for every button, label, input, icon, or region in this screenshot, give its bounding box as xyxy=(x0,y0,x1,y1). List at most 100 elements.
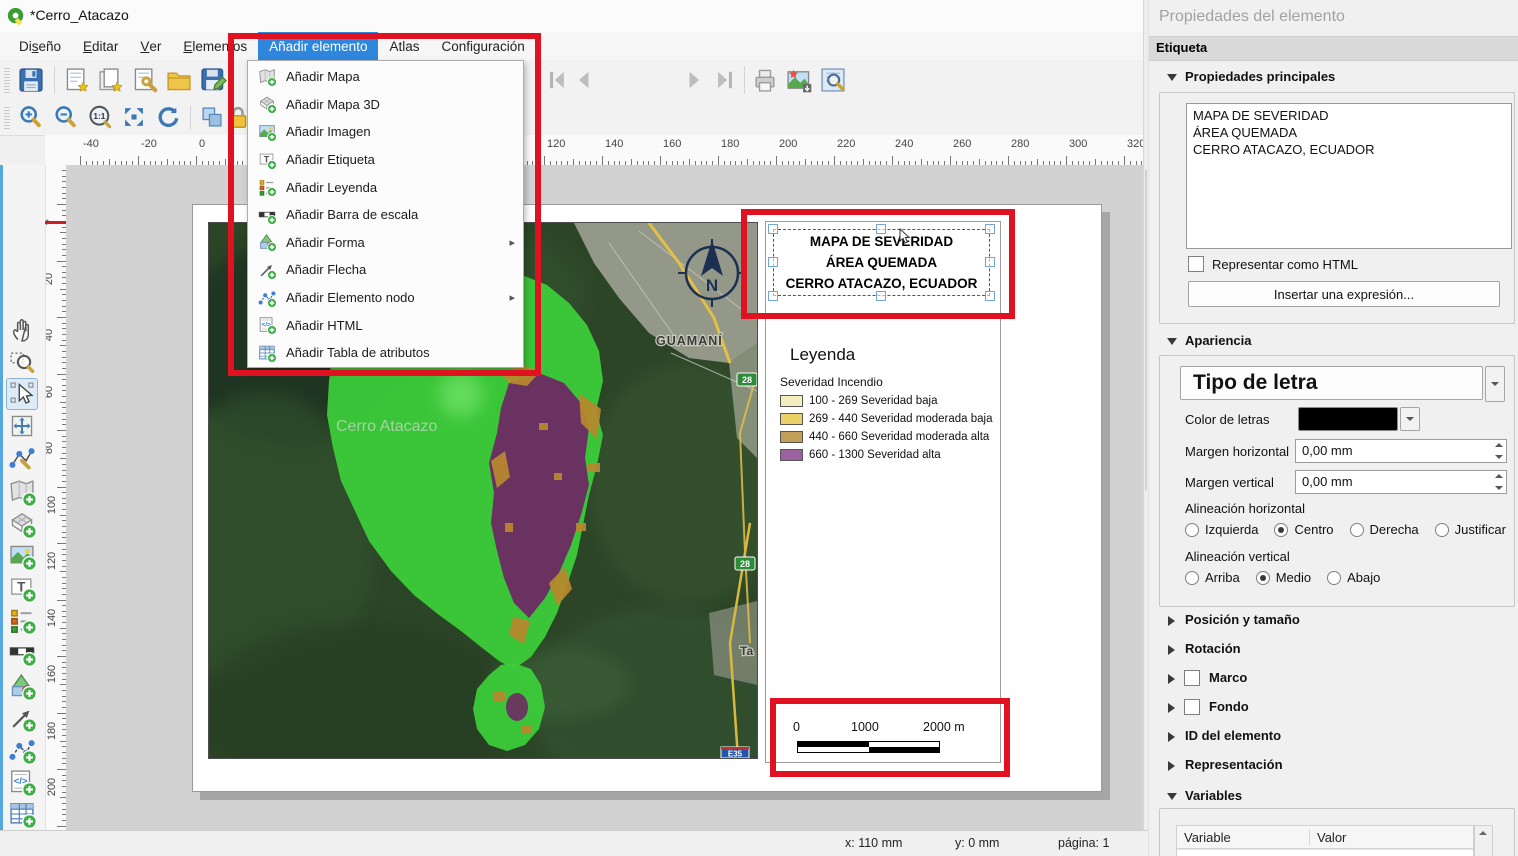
edit-nodes-button[interactable] xyxy=(7,443,37,473)
add-attribute-table-button[interactable] xyxy=(7,799,37,829)
status-x: x: 110 mm xyxy=(845,836,902,850)
section-frame[interactable]: Marco xyxy=(1209,670,1247,685)
font-dropdown-button[interactable] xyxy=(1485,366,1505,402)
save-as-template-button[interactable] xyxy=(198,65,228,95)
collapse-arrow-icon[interactable] xyxy=(1167,338,1177,345)
radio-abajo[interactable]: Abajo xyxy=(1327,570,1380,585)
label-text-input[interactable]: MAPA DE SEVERIDAD ÁREA QUEMADA CERRO ATA… xyxy=(1186,103,1512,249)
font-color-swatch[interactable] xyxy=(1298,407,1398,431)
zoom-tool-button[interactable] xyxy=(7,347,37,377)
move-item-content-button[interactable] xyxy=(7,411,37,441)
expand-arrow-icon[interactable] xyxy=(1168,645,1175,655)
last-page-button[interactable] xyxy=(710,65,740,95)
print-button[interactable] xyxy=(750,65,780,95)
menu-ver[interactable]: Ver xyxy=(129,32,172,60)
radio-medio[interactable]: Medio xyxy=(1256,570,1311,585)
add-map3d-button[interactable] xyxy=(7,509,37,539)
section-appearance[interactable]: Apariencia xyxy=(1185,333,1251,348)
legend-item-label: 269 - 440 Severidad moderada baja xyxy=(809,413,993,425)
radio-centro[interactable]: Centro xyxy=(1274,522,1333,537)
h-align-label: Alineación horizontal xyxy=(1185,501,1305,516)
background-checkbox[interactable] xyxy=(1184,699,1200,715)
font-color-label: Color de letras xyxy=(1185,412,1270,427)
status-y: y: 0 mm xyxy=(955,836,999,850)
margin-v-label: Margen vertical xyxy=(1185,475,1274,490)
expand-arrow-icon[interactable] xyxy=(1168,674,1175,684)
variables-table[interactable]: Variable Valor xyxy=(1176,825,1474,856)
export-image-button[interactable] xyxy=(784,65,814,95)
section-position-size[interactable]: Posición y tamaño xyxy=(1185,612,1300,627)
radio-derecha[interactable]: Derecha xyxy=(1350,522,1419,537)
radio-izquierda[interactable]: Izquierda xyxy=(1185,522,1258,537)
zoom-actual-button[interactable]: 1:1 xyxy=(86,103,114,131)
duplicate-layout-button[interactable] xyxy=(96,65,126,95)
collapse-arrow-icon[interactable] xyxy=(1167,793,1177,800)
section-main-properties[interactable]: Propiedades principales xyxy=(1185,69,1335,84)
radio-arriba[interactable]: Arriba xyxy=(1185,570,1240,585)
add-legend-button[interactable] xyxy=(7,605,37,635)
road-shield: E35 xyxy=(721,747,749,758)
section-background[interactable]: Fondo xyxy=(1209,699,1249,714)
window-title: *Cerro_Atacazo xyxy=(30,7,129,23)
insert-expression-button[interactable]: Insertar una expresión... xyxy=(1188,281,1500,307)
section-rendering[interactable]: Representación xyxy=(1185,757,1283,772)
expand-arrow-icon[interactable] xyxy=(1168,761,1175,771)
zoom-out-button[interactable] xyxy=(51,103,79,131)
new-layout-button[interactable] xyxy=(62,65,92,95)
radio-justificar[interactable]: Justificar xyxy=(1435,522,1506,537)
select-move-item-button[interactable] xyxy=(7,379,37,409)
expand-arrow-icon[interactable] xyxy=(1168,616,1175,626)
vertical-ruler: 020406080100120140160180200220 xyxy=(45,165,67,830)
radio-circle-icon xyxy=(1327,571,1341,585)
appearance-group: Tipo de letra Color de letras Margen hor… xyxy=(1159,355,1515,607)
radio-label: Medio xyxy=(1276,570,1311,585)
section-variables[interactable]: Variables xyxy=(1185,788,1242,803)
legend-item-label: 440 - 660 Severidad moderada alta xyxy=(809,431,989,443)
save-layout-button[interactable] xyxy=(16,65,46,95)
radio-label: Derecha xyxy=(1370,522,1419,537)
previous-page-button[interactable] xyxy=(568,65,598,95)
font-button[interactable]: Tipo de letra xyxy=(1180,366,1483,400)
panel-title: Propiedades del elemento xyxy=(1159,8,1345,26)
expand-arrow-icon[interactable] xyxy=(1168,732,1175,742)
add-scalebar-button[interactable] xyxy=(7,637,37,667)
frame-checkbox[interactable] xyxy=(1184,670,1200,686)
svg-text:N: N xyxy=(706,276,718,295)
add-html-button[interactable]: </> xyxy=(7,767,37,797)
margin-h-spinbox[interactable]: 0,00 mm xyxy=(1295,439,1507,463)
margin-v-spinbox[interactable]: 0,00 mm xyxy=(1295,470,1507,494)
open-template-button[interactable] xyxy=(164,65,194,95)
city-label: GUAMANÍ xyxy=(656,333,723,348)
zoom-full-button[interactable] xyxy=(120,103,148,131)
item-type-header: Etiqueta xyxy=(1149,36,1518,61)
menu-editar[interactable]: Editar xyxy=(72,32,129,60)
refresh-button[interactable] xyxy=(154,103,182,131)
zoom-in-button[interactable] xyxy=(16,103,44,131)
export-report-button[interactable] xyxy=(818,65,848,95)
legend-swatch xyxy=(780,395,803,407)
add-image-button[interactable] xyxy=(7,541,37,571)
section-item-id[interactable]: ID del elemento xyxy=(1185,728,1281,743)
add-map-button[interactable] xyxy=(7,477,37,507)
legend-item: 269 - 440 Severidad moderada baja xyxy=(780,411,993,427)
add-label-button[interactable]: T xyxy=(7,573,37,603)
toolbar-main: 1 xyxy=(0,60,1148,101)
add-node-item-button[interactable] xyxy=(7,735,37,765)
status-page: página: 1 xyxy=(1058,836,1109,850)
pan-tool-button[interactable] xyxy=(7,315,37,345)
add-shape-button[interactable] xyxy=(7,671,37,701)
font-color-dropdown-button[interactable] xyxy=(1400,407,1420,431)
group-items-button[interactable] xyxy=(198,103,226,131)
variables-col-valor: Valor xyxy=(1310,830,1346,845)
collapse-arrow-icon[interactable] xyxy=(1167,74,1177,81)
layout-manager-button[interactable] xyxy=(130,65,160,95)
render-html-checkbox[interactable] xyxy=(1188,256,1204,272)
add-arrow-button[interactable] xyxy=(7,703,37,733)
highlight-rect-menu xyxy=(228,33,541,376)
section-rotation[interactable]: Rotación xyxy=(1185,641,1241,656)
next-page-button[interactable] xyxy=(680,65,710,95)
expand-arrow-icon[interactable] xyxy=(1168,703,1175,713)
radio-circle-icon xyxy=(1350,523,1364,537)
variables-scrollbar[interactable] xyxy=(1474,825,1493,856)
menu-dise-o[interactable]: Diseño xyxy=(8,32,72,60)
